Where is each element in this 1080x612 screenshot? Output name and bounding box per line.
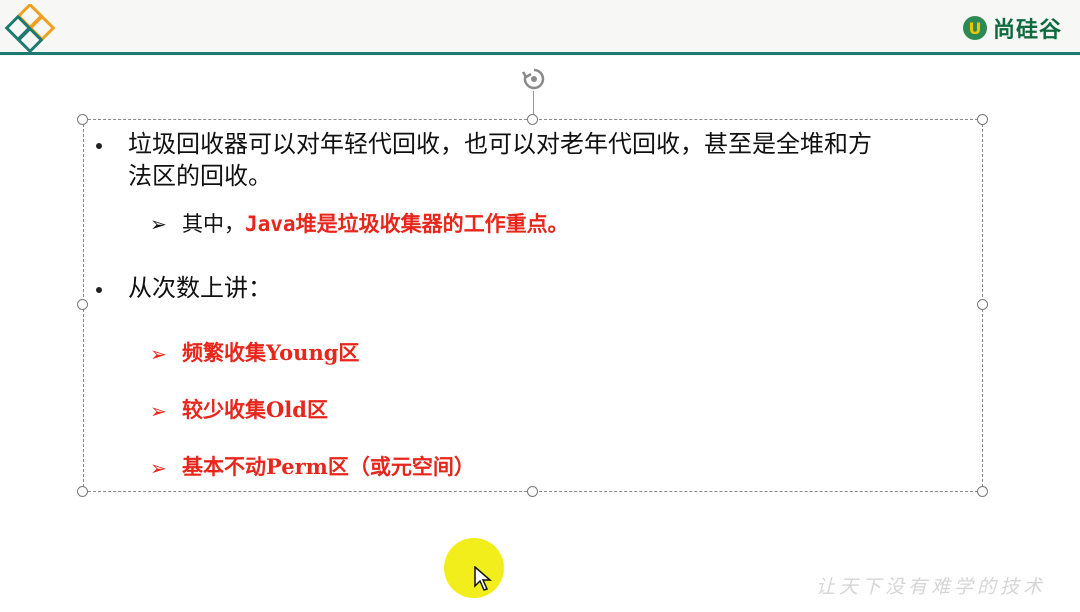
bullet-1-line-1: 垃圾回收器可以对年轻代回收，也可以对老年代回收，甚至是全堆和方 (128, 130, 872, 158)
rotate-handle-icon[interactable] (519, 66, 549, 92)
header-divider (0, 52, 1080, 55)
bullet-dot (96, 143, 102, 149)
sub-bullet-1-prefix: 其中， (182, 212, 245, 236)
brand-name: 尚硅谷 (992, 18, 1062, 43)
slide-header (0, 0, 1080, 56)
arrow-bullet-icon: ➢ (150, 456, 167, 480)
resize-handle-middle-left[interactable] (77, 299, 88, 310)
sub-bullet-1: 其中，Java堆是垃圾收集器的工作重点。 (182, 210, 569, 238)
resize-handle-top-middle[interactable] (527, 114, 538, 125)
frequency-item-old: 较少收集Old区 (182, 397, 328, 422)
resize-handle-bottom-right[interactable] (977, 486, 988, 497)
frequency-item-perm: 基本不动Perm区（或元空间） (182, 454, 475, 479)
bullet-2: 从次数上讲： (128, 274, 272, 302)
arrow-bullet-icon: ➢ (150, 399, 167, 423)
diamonds-logo-icon (4, 4, 56, 54)
watermark-text: 让天下没有难学的技术 (816, 576, 1047, 598)
resize-handle-middle-right[interactable] (977, 299, 988, 310)
resize-handle-top-left[interactable] (77, 114, 88, 125)
arrow-bullet-icon: ➢ (150, 342, 167, 366)
resize-handle-bottom-middle[interactable] (527, 486, 538, 497)
resize-handle-top-right[interactable] (977, 114, 988, 125)
bullet-dot (96, 287, 102, 293)
brand-mark-icon: U (962, 16, 987, 40)
mouse-pointer-icon (474, 566, 492, 591)
resize-handle-bottom-left[interactable] (77, 486, 88, 497)
frequency-item-young: 频繁收集Young区 (182, 340, 360, 365)
arrow-bullet-icon: ➢ (150, 212, 167, 236)
brand-logo: U 尚硅谷 (962, 12, 1062, 44)
sub-bullet-1-highlight: Java堆是垃圾收集器的工作重点。 (245, 212, 569, 236)
bullet-1-line-2: 法区的回收。 (128, 162, 272, 190)
